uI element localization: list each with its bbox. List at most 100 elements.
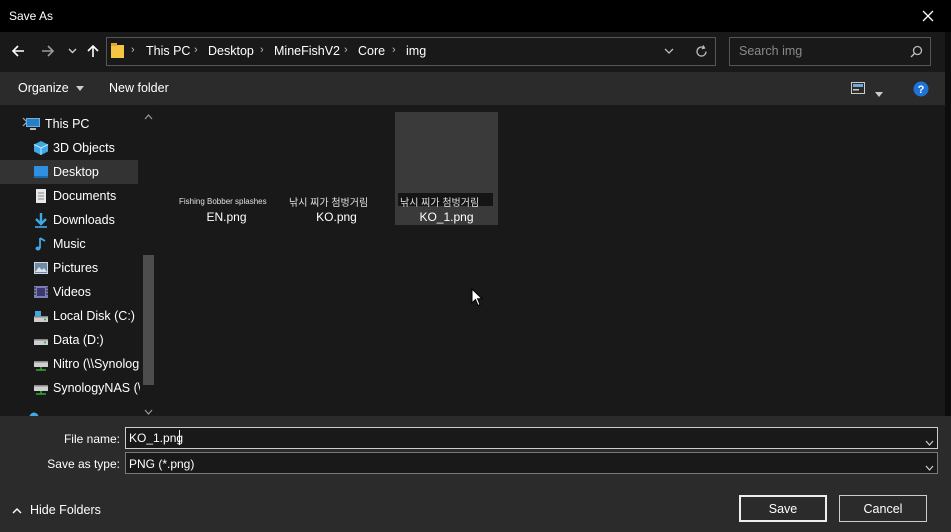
sidebar-item-videos[interactable]: Videos [0,280,140,304]
drive-icon [34,311,48,322]
documents-icon [36,189,46,203]
sidebar-item-data-d[interactable]: Data (D:) [0,328,140,352]
search-icon[interactable] [910,45,923,58]
file-name: KO.png [316,210,357,224]
organize-label: Organize [18,81,69,95]
folder-icon [111,43,125,59]
help-icon: ? [913,81,929,97]
hide-folders-button[interactable]: Hide Folders [12,503,101,517]
view-dropdown-button[interactable] [875,86,883,100]
sidebar-item-label: Documents [53,189,117,203]
chevron-down-icon [925,465,934,471]
chevron-up-icon [144,114,153,120]
file-item-en[interactable]: Fishing Bobber splashes EN.png [175,112,278,225]
file-item-ko[interactable]: 낚시 찌가 첨벙거림 KO.png [285,112,388,225]
chevron-down-icon [925,440,934,446]
refresh-button[interactable] [694,44,708,58]
sidebar-item-pictures[interactable]: Pictures [0,256,140,280]
view-options-icon[interactable] [851,82,865,94]
sidebar-item-synologynas[interactable]: SynologyNAS (\\ [0,376,140,400]
sidebar-item-label: Nitro (\\Synolog [53,357,140,371]
sidebar-item-downloads[interactable]: Downloads [0,208,140,232]
cancel-button[interactable]: Cancel [839,495,927,522]
save-type-value: PNG (*.png) [129,457,195,471]
save-button[interactable]: Save [739,495,827,522]
music-icon [35,237,46,251]
sidebar-item-label: Music [53,237,86,251]
window-title: Save As [9,9,54,23]
desktop-icon [34,166,48,178]
up-arrow-icon [87,44,99,57]
sidebar-item-local-disk-c[interactable]: Local Disk (C:) [0,304,140,328]
save-type-dropdown-button[interactable] [925,460,934,474]
recent-locations-button[interactable] [66,46,78,56]
address-dropdown-button[interactable] [663,45,675,57]
save-type-label: Save as type: [47,457,120,471]
breadcrumb-img[interactable]: img [406,44,426,58]
file-name-value: KO_1.png [129,431,184,445]
breadcrumb-core[interactable]: Core [358,44,385,58]
chevron-down-icon [144,409,153,415]
sidebar-item-label: Videos [53,285,91,299]
save-type-select[interactable] [125,452,938,474]
file-name-label: File name: [63,432,120,446]
breadcrumb-desktop[interactable]: Desktop [208,44,254,58]
chevron-down-icon [664,48,674,54]
help-button[interactable]: ? [913,81,929,97]
sidebar-item-3d-objects[interactable]: 3D Objects [0,136,140,160]
sidebar-item-label: Desktop [53,165,99,179]
sidebar-item-label: Data (D:) [53,333,104,347]
back-button[interactable] [9,42,27,60]
file-thumbnail: 낚시 찌가 첨벙거림 [400,198,480,209]
organize-button[interactable]: Organize [18,81,85,95]
cube-icon [33,141,49,155]
breadcrumb-separator: › [194,44,198,56]
title-bar [0,0,951,32]
sidebar-item-this-pc[interactable]: This PC [0,112,140,136]
file-name-input[interactable] [125,427,938,449]
sidebar-item-label: Pictures [53,261,99,275]
sidebar-item-label: Downloads [53,213,115,227]
file-name-dropdown-button[interactable] [925,435,934,449]
hide-folders-label: Hide Folders [30,503,101,517]
sidebar-item-label: This PC [45,117,90,131]
breadcrumb-separator: › [260,44,264,56]
sidebar-item-label: 3D Objects [53,141,115,155]
pc-icon [26,118,40,130]
caret-down-icon [875,92,883,97]
forward-button[interactable] [39,42,57,60]
sidebar-item-label: Local Disk (C:) [53,309,135,323]
up-button[interactable] [85,42,101,60]
sidebar-item-label: SynologyNAS (\\ [53,381,140,395]
drive-icon [34,339,48,345]
sidebar-scroll-thumb[interactable] [143,255,154,385]
download-icon [35,213,47,228]
sidebar-item-music[interactable]: Music [0,232,140,256]
caret-down-icon [76,86,85,92]
mouse-cursor-icon [471,287,484,310]
breadcrumb-separator: › [392,44,396,56]
search-placeholder: Search img [739,44,803,58]
breadcrumb-minefishv2[interactable]: MineFishV2 [274,44,340,58]
sidebar-item-documents[interactable]: Documents [0,184,140,208]
breadcrumb-this-pc[interactable]: This PC [146,44,190,58]
scroll-up-button[interactable] [144,109,153,123]
close-button[interactable] [905,0,951,32]
network-drive-icon [34,385,48,395]
sidebar-item-desktop[interactable]: Desktop [0,160,138,184]
file-thumbnail: Fishing Bobber splashes [179,197,267,206]
chevron-up-icon [12,507,22,513]
pictures-icon [34,262,48,274]
text-cursor [179,430,180,445]
file-item-ko-1[interactable]: 낚시 찌가 첨벙거림 KO_1.png [395,112,498,225]
sidebar-item-nitro[interactable]: Nitro (\\Synolog [0,352,140,376]
chevron-down-icon [68,48,76,54]
network-drive-icon [34,361,48,371]
close-icon [922,10,934,22]
file-thumbnail: 낚시 찌가 첨벙거림 [289,198,369,209]
forward-arrow-icon [42,45,55,57]
refresh-icon [695,44,707,57]
videos-icon [34,286,48,298]
svg-text:?: ? [918,84,925,96]
new-folder-button[interactable]: New folder [109,81,169,95]
